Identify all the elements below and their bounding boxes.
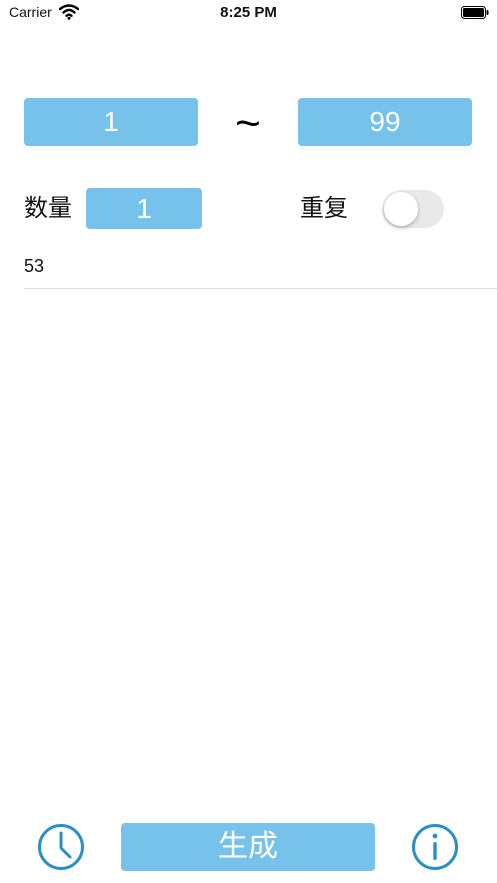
- status-bar: Carrier 8:25 PM: [0, 0, 497, 26]
- clock-icon[interactable]: [37, 823, 85, 871]
- info-icon[interactable]: [411, 823, 459, 871]
- generate-button[interactable]: 生成: [121, 823, 375, 871]
- result-value: 53: [24, 256, 45, 276]
- toggle-knob: [384, 192, 418, 226]
- range-max-field[interactable]: 99: [298, 98, 472, 146]
- range-min-field[interactable]: 1: [24, 98, 198, 146]
- count-label: 数量: [24, 194, 72, 222]
- repeat-label: 重复: [300, 194, 348, 222]
- divider: [24, 288, 497, 289]
- range-separator: ~: [235, 99, 261, 148]
- count-field[interactable]: 1: [86, 188, 202, 229]
- status-time: 8:25 PM: [220, 4, 277, 21]
- battery-icon: [461, 6, 489, 19]
- repeat-toggle[interactable]: [382, 190, 444, 228]
